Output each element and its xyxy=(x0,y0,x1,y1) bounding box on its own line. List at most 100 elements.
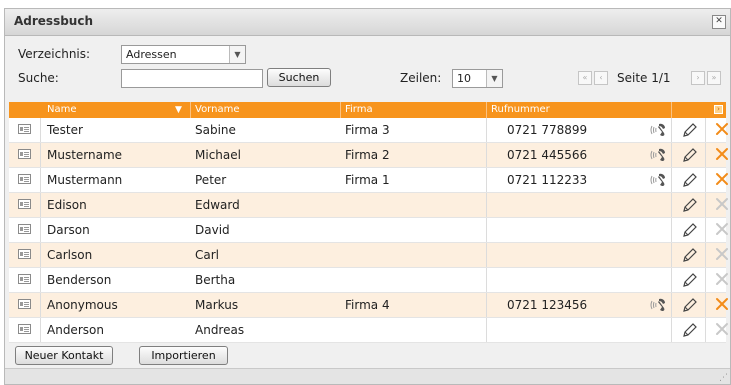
cell-vorname: Michael xyxy=(195,148,241,162)
cell-divider xyxy=(486,218,487,242)
delete-icon xyxy=(715,322,729,336)
edit-pencil-icon[interactable] xyxy=(682,147,698,163)
table-row[interactable]: Mustername Michael Firma 2 0721 445566 xyxy=(9,143,729,168)
cell-divider xyxy=(671,243,672,267)
cell-divider xyxy=(671,143,672,167)
table-row[interactable]: Edison Edward xyxy=(9,193,729,218)
addressbook-window: Adressbuch ✕ Verzeichnis: Adressen ▼ Suc… xyxy=(4,8,731,385)
delete-icon xyxy=(715,247,729,261)
table-row[interactable]: Anderson Andreas xyxy=(9,318,729,343)
next-page-icon[interactable]: › xyxy=(691,71,705,85)
cell-vorname: David xyxy=(195,223,230,237)
first-page-icon[interactable]: « xyxy=(578,71,592,85)
cell-name: Anonymous xyxy=(47,298,118,312)
phone-call-icon[interactable] xyxy=(645,171,667,189)
sort-desc-icon[interactable]: ▼ xyxy=(175,103,182,117)
table-row[interactable]: Benderson Bertha xyxy=(9,268,728,293)
cell-name: Benderson xyxy=(47,273,112,287)
edit-pencil-icon[interactable] xyxy=(682,222,698,238)
table-row[interactable]: Darson David xyxy=(9,218,729,243)
delete-icon[interactable] xyxy=(715,297,729,311)
contact-card-icon[interactable] xyxy=(18,224,31,234)
resize-grip-icon[interactable]: ⋰ xyxy=(719,373,728,383)
edit-pencil-icon[interactable] xyxy=(682,297,698,313)
phone-call-icon[interactable] xyxy=(645,296,667,314)
cell-divider xyxy=(671,118,672,142)
cell-firma: Firma 4 xyxy=(345,298,390,312)
cell-name: Darson xyxy=(47,223,90,237)
cell-divider xyxy=(486,118,487,142)
cell-rufnummer: 0721 445566 xyxy=(507,148,588,162)
search-button[interactable]: Suchen xyxy=(267,68,331,87)
title-bar[interactable]: Adressbuch ✕ xyxy=(5,9,730,36)
cell-divider xyxy=(486,293,487,317)
delete-icon xyxy=(715,222,729,236)
cell-divider xyxy=(705,293,706,317)
delete-icon[interactable] xyxy=(715,172,729,186)
column-header-name[interactable]: Name xyxy=(47,103,77,117)
table-row[interactable]: Anonymous Markus Firma 4 0721 123456 xyxy=(9,293,729,318)
delete-icon[interactable] xyxy=(715,122,729,136)
cell-divider xyxy=(705,193,706,217)
contact-card-icon[interactable] xyxy=(18,299,31,309)
delete-icon xyxy=(715,197,729,211)
window-title: Adressbuch xyxy=(14,14,94,28)
edit-pencil-icon[interactable] xyxy=(682,122,698,138)
cell-firma: Firma 1 xyxy=(345,173,390,187)
cell-name: Edison xyxy=(47,198,87,212)
edit-pencil-icon[interactable] xyxy=(682,247,698,263)
contact-card-icon[interactable] xyxy=(18,124,31,134)
cell-divider xyxy=(671,193,672,217)
contact-card-icon[interactable] xyxy=(18,324,31,334)
edit-pencil-icon[interactable] xyxy=(682,272,698,288)
contact-card-icon[interactable] xyxy=(18,249,31,259)
cell-divider xyxy=(671,268,672,292)
edit-pencil-icon[interactable] xyxy=(682,172,698,188)
delete-icon[interactable] xyxy=(715,147,729,161)
cell-firma: Firma 2 xyxy=(345,148,390,162)
table-row[interactable]: Carlson Carl xyxy=(9,243,729,268)
column-header-firma[interactable]: Firma xyxy=(345,103,373,117)
column-chooser-icon[interactable]: › xyxy=(714,105,723,114)
new-contact-button[interactable]: Neuer Kontakt xyxy=(15,346,113,365)
cell-vorname: Peter xyxy=(195,173,227,187)
contact-card-icon[interactable] xyxy=(18,174,31,184)
cell-vorname: Carl xyxy=(195,248,219,262)
import-button[interactable]: Importieren xyxy=(139,346,228,365)
cell-divider xyxy=(40,218,41,242)
edit-pencil-icon[interactable] xyxy=(682,197,698,213)
column-header-rufnummer[interactable]: Rufnummer xyxy=(491,103,550,117)
directory-select[interactable]: Adressen ▼ xyxy=(121,45,246,64)
search-label: Suche: xyxy=(18,71,59,85)
cell-divider xyxy=(40,293,41,317)
cell-vorname: Edward xyxy=(195,198,240,212)
prev-page-icon[interactable]: ‹ xyxy=(594,71,608,85)
table-row[interactable]: Mustermann Peter Firma 1 0721 112233 xyxy=(9,168,729,193)
cell-rufnummer: 0721 778899 xyxy=(507,123,588,137)
cell-divider xyxy=(705,143,706,167)
close-icon[interactable]: ✕ xyxy=(712,15,726,29)
last-page-icon[interactable]: » xyxy=(707,71,721,85)
table-row[interactable]: Tester Sabine Firma 3 0721 778899 xyxy=(9,118,729,143)
cell-divider xyxy=(486,243,487,267)
edit-pencil-icon[interactable] xyxy=(682,322,698,338)
contact-card-icon[interactable] xyxy=(18,149,31,159)
cell-name: Mustermann xyxy=(47,173,123,187)
contact-card-icon[interactable] xyxy=(18,199,31,209)
cell-divider xyxy=(486,268,487,292)
phone-call-icon[interactable] xyxy=(645,121,667,139)
rows-select[interactable]: 10 ▼ xyxy=(452,69,503,88)
column-divider xyxy=(486,102,487,118)
column-header-vorname[interactable]: Vorname xyxy=(195,103,239,117)
cell-vorname: Bertha xyxy=(195,273,236,287)
search-input[interactable] xyxy=(121,69,263,88)
cell-divider xyxy=(671,318,672,342)
cell-divider xyxy=(40,143,41,167)
rows-label: Zeilen: xyxy=(400,71,442,85)
cell-divider xyxy=(40,243,41,267)
cell-divider xyxy=(486,318,487,342)
table-header: Name ▼ Vorname Firma Rufnummer › xyxy=(9,102,726,118)
contact-card-icon[interactable] xyxy=(18,274,31,284)
cell-divider xyxy=(671,168,672,192)
phone-call-icon[interactable] xyxy=(645,146,667,164)
